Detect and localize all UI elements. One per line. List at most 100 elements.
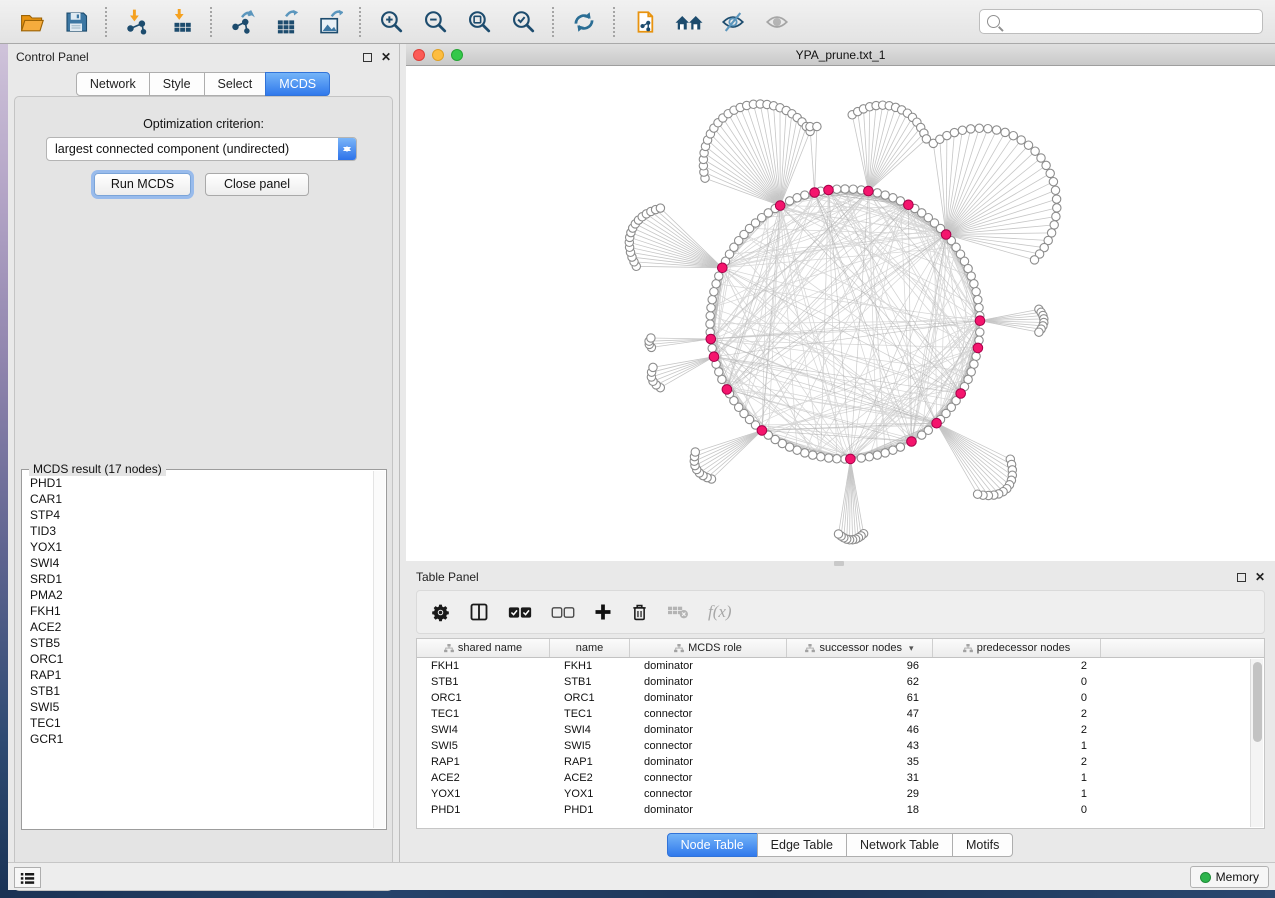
table-row[interactable]: SWI4SWI4dominator462 <box>417 722 1264 738</box>
table-row[interactable]: PHD1PHD1dominator180 <box>417 802 1264 818</box>
selected-node[interactable] <box>907 437 917 447</box>
mcds-result-item[interactable]: GCR1 <box>30 731 365 747</box>
mcds-result-item[interactable]: YOX1 <box>30 539 365 555</box>
mcds-result-item[interactable]: TEC1 <box>30 715 365 731</box>
selected-node[interactable] <box>941 230 951 240</box>
new-network-from-selection-icon[interactable] <box>625 4 665 40</box>
table-row[interactable]: TEC1TEC1connector472 <box>417 706 1264 722</box>
selected-node[interactable] <box>932 418 942 428</box>
tab-mcds[interactable]: MCDS <box>265 72 330 96</box>
run-mcds-button[interactable]: Run MCDS <box>94 173 191 196</box>
mcds-result-item[interactable]: PHD1 <box>30 475 365 491</box>
open-file-icon[interactable] <box>12 4 52 40</box>
optimization-criterion-select[interactable]: largest connected component (undirected) <box>46 137 357 161</box>
export-image-icon[interactable] <box>310 4 350 40</box>
selected-node[interactable] <box>956 389 966 399</box>
table-row[interactable]: FKH1FKH1dominator962 <box>417 658 1264 674</box>
tab-edge-table[interactable]: Edge Table <box>757 833 847 857</box>
tab-network[interactable]: Network <box>76 72 150 96</box>
mcds-result-item[interactable]: SRD1 <box>30 571 365 587</box>
tab-motifs[interactable]: Motifs <box>952 833 1013 857</box>
mcds-result-item[interactable]: FKH1 <box>30 603 365 619</box>
selected-node[interactable] <box>846 454 856 464</box>
create-column-plus-icon[interactable] <box>594 597 612 627</box>
network-graph[interactable] <box>406 66 1275 561</box>
zoom-in-icon[interactable] <box>371 4 411 40</box>
table-scrollbar-thumb[interactable] <box>1253 662 1262 742</box>
selected-node[interactable] <box>810 188 820 198</box>
selected-node[interactable] <box>722 385 732 395</box>
table-settings-gear-icon[interactable] <box>431 597 450 627</box>
mcds-result-item[interactable]: TID3 <box>30 523 365 539</box>
mcds-result-item[interactable]: ACE2 <box>30 619 365 635</box>
float-table-panel-icon[interactable] <box>1237 573 1246 582</box>
tab-node-table[interactable]: Node Table <box>667 833 758 857</box>
zoom-out-icon[interactable] <box>415 4 455 40</box>
selected-node[interactable] <box>718 263 728 273</box>
sort-chevron-icon: ▾ <box>909 643 914 654</box>
column-header-shared-name[interactable]: shared name <box>417 639 550 657</box>
table-row[interactable]: SWI5SWI5connector431 <box>417 738 1264 754</box>
selected-node[interactable] <box>864 186 874 196</box>
table-row[interactable]: YOX1YOX1connector291 <box>417 786 1264 802</box>
zoom-selected-icon[interactable] <box>503 4 543 40</box>
selected-node[interactable] <box>709 352 719 362</box>
column-header-MCDS-role[interactable]: MCDS role <box>630 639 787 657</box>
select-all-icon[interactable] <box>508 597 532 627</box>
mcds-result-item[interactable]: STP4 <box>30 507 365 523</box>
selected-node[interactable] <box>706 334 716 344</box>
search-input[interactable] <box>1005 15 1255 29</box>
search-box[interactable] <box>979 9 1263 34</box>
close-panel-button[interactable]: Close panel <box>205 173 309 196</box>
import-network-icon[interactable] <box>117 4 157 40</box>
show-columns-icon[interactable] <box>469 597 489 627</box>
mcds-result-scrollbar[interactable] <box>373 471 385 828</box>
import-table-icon[interactable] <box>161 4 201 40</box>
export-table-icon[interactable] <box>266 4 306 40</box>
selected-node[interactable] <box>775 201 785 211</box>
column-header-successor-nodes[interactable]: successor nodes▾ <box>787 639 933 657</box>
table-row[interactable]: RAP1RAP1dominator352 <box>417 754 1264 770</box>
selected-node[interactable] <box>824 185 834 195</box>
close-table-panel-icon[interactable]: ✕ <box>1255 571 1265 583</box>
table-row[interactable]: STB1STB1dominator620 <box>417 674 1264 690</box>
mcds-result-item[interactable]: SWI5 <box>30 699 365 715</box>
mcds-result-list[interactable]: PHD1CAR1STP4TID3YOX1SWI4SRD1PMA2FKH1ACE2… <box>24 473 371 827</box>
hide-selected-icon[interactable] <box>713 4 753 40</box>
mcds-result-item[interactable]: CAR1 <box>30 491 365 507</box>
task-history-button[interactable] <box>14 867 41 888</box>
tab-network-table[interactable]: Network Table <box>846 833 953 857</box>
network-canvas[interactable] <box>406 66 1275 561</box>
float-panel-icon[interactable] <box>363 53 372 62</box>
mcds-result-item[interactable]: RAP1 <box>30 667 365 683</box>
tab-style[interactable]: Style <box>149 72 205 96</box>
show-all-icon[interactable] <box>757 4 797 40</box>
zoom-fit-icon[interactable] <box>459 4 499 40</box>
first-neighbors-icon[interactable] <box>669 4 709 40</box>
tab-select[interactable]: Select <box>204 72 267 96</box>
table-scrollbar[interactable] <box>1250 659 1263 827</box>
delete-column-trash-icon[interactable] <box>631 597 648 627</box>
save-session-icon[interactable] <box>56 4 96 40</box>
mcds-result-item[interactable]: STB5 <box>30 635 365 651</box>
deselect-all-icon[interactable] <box>551 597 575 627</box>
mcds-result-item[interactable]: PMA2 <box>30 587 365 603</box>
main-toolbar <box>0 0 1275 44</box>
column-header-predecessor-nodes[interactable]: predecessor nodes <box>933 639 1101 657</box>
selected-node[interactable] <box>757 426 767 436</box>
export-network-icon[interactable] <box>222 4 262 40</box>
memory-button[interactable]: Memory <box>1190 866 1269 888</box>
column-header-filler <box>1101 639 1264 657</box>
column-header-name[interactable]: name <box>550 639 630 657</box>
mcds-result-item[interactable]: STB1 <box>30 683 365 699</box>
table-row[interactable]: ORC1ORC1dominator610 <box>417 690 1264 706</box>
toolbar-separator <box>105 7 108 37</box>
apply-layout-icon[interactable] <box>564 4 604 40</box>
mcds-result-item[interactable]: ORC1 <box>30 651 365 667</box>
close-panel-icon[interactable]: ✕ <box>381 51 391 63</box>
mcds-result-item[interactable]: SWI4 <box>30 555 365 571</box>
selected-node[interactable] <box>904 200 914 210</box>
selected-node[interactable] <box>975 316 985 326</box>
table-row[interactable]: ACE2ACE2connector311 <box>417 770 1264 786</box>
selected-node[interactable] <box>973 343 983 353</box>
